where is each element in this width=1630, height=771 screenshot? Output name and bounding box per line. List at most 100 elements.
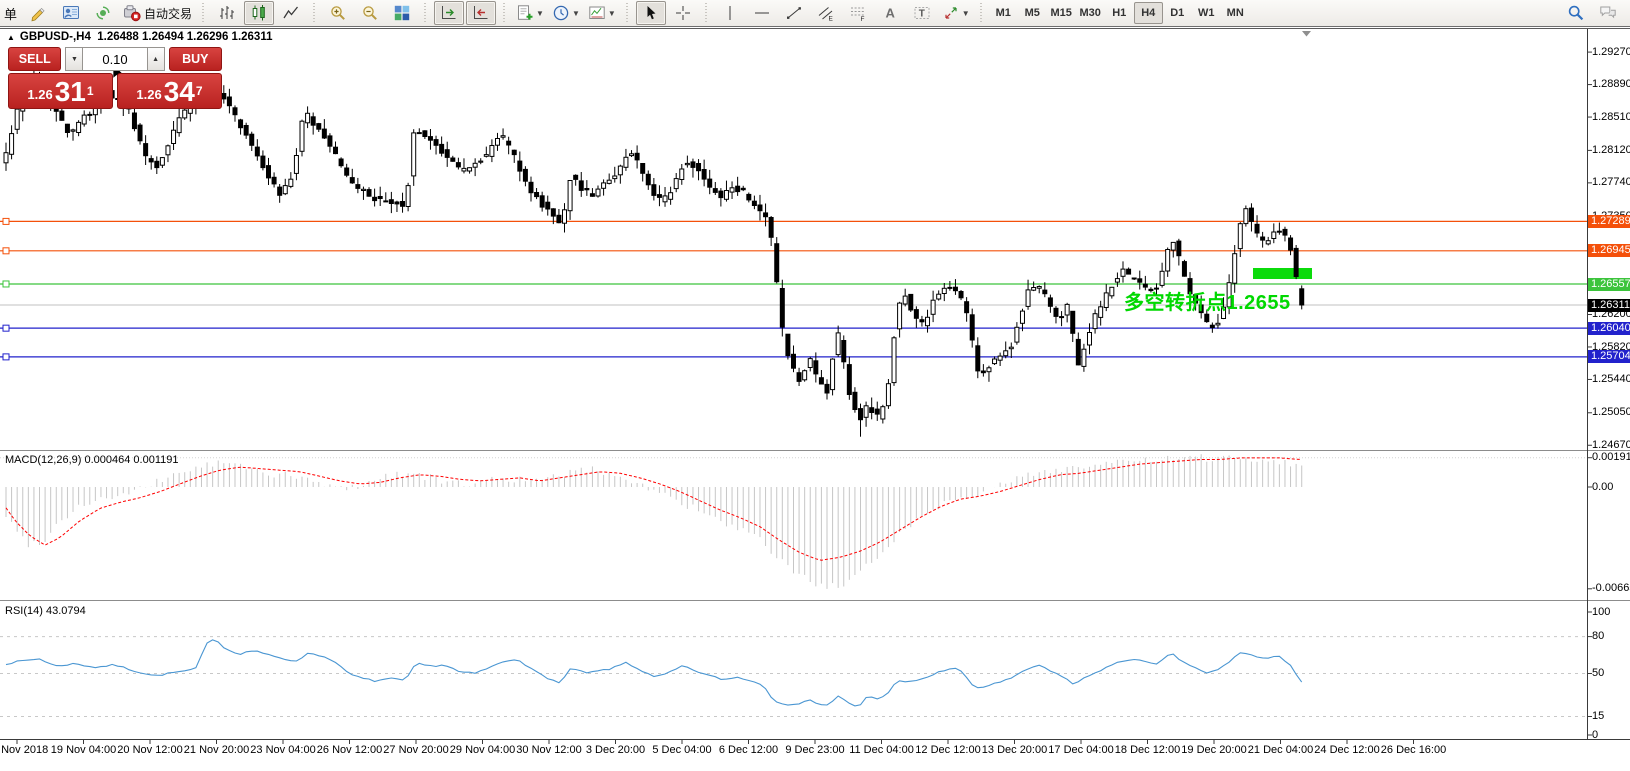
chart-symbol-period: GBPUSD-,H4 [20,31,91,43]
tf-w1[interactable]: W1 [1192,2,1221,24]
buy-button[interactable]: BUY [169,47,222,71]
dropdown-caret-icon[interactable]: ▼ [608,9,616,18]
cursor-button[interactable] [636,1,666,25]
line-chart-button[interactable] [276,1,306,25]
channel-icon: E [817,4,835,22]
label-button[interactable]: T [907,1,937,25]
templates-button[interactable]: ▼ [585,1,619,25]
toolbar-grip[interactable] [978,3,985,23]
svg-text:T: T [919,9,925,20]
hline-icon [753,4,771,22]
auto-scroll-button[interactable] [434,1,464,25]
arrows-icon [942,4,960,22]
indicators-button[interactable]: ▼ [513,1,547,25]
bar-chart-button[interactable] [212,1,242,25]
tf-h1[interactable]: H1 [1105,2,1134,24]
vertical-line-button[interactable] [715,1,745,25]
template-icon [588,4,606,22]
volume-decrease-button[interactable]: ▼ [65,47,83,71]
indicators-icon [516,4,534,22]
candlestick-chart-button[interactable] [244,1,274,25]
text-icon: A [881,4,899,22]
chart-region: ▲ GBPUSD-,H4 1.26488 1.26494 1.26296 1.2… [0,28,1630,771]
svg-text:A: A [885,6,895,21]
search-icon [1567,4,1585,22]
toolbar-grip[interactable] [200,3,207,23]
dropdown-caret-icon[interactable]: ▼ [536,9,544,18]
channel-button[interactable]: E [811,1,841,25]
mt4-window: 单 自动交易 ▼ ▼ ▼ E F A T ▼ M1M5M15M30H1H4D1W1MN ▲ GBPU… [0,0,1630,771]
toolbar-cropped-text: 单 [4,4,17,23]
toolbar-grip[interactable] [311,3,318,23]
styles-button[interactable] [24,1,54,25]
linechart-icon [282,4,300,22]
chart-shift-button[interactable] [466,1,496,25]
crayon-icon [30,4,48,22]
dropdown-caret-icon[interactable]: ▼ [572,9,580,18]
toolbar-grip[interactable] [624,3,631,23]
chart-ohlc-values: 1.26488 1.26494 1.26296 1.26311 [97,31,272,43]
ea-icon [123,4,141,22]
terminal-button[interactable] [56,1,86,25]
sell-price-tile[interactable]: 1.26 31 1 [8,73,113,109]
crosshair-icon [674,4,692,22]
chat-icon [1599,4,1617,22]
crosshair-button[interactable] [668,1,698,25]
sell-price-pips: 31 [55,79,86,105]
svg-text:F: F [860,16,864,22]
sell-price-point: 1 [87,74,94,108]
chart-title-bar[interactable]: ▲ GBPUSD-,H4 1.26488 1.26494 1.26296 1.2… [7,31,272,43]
buy-price-pips: 34 [164,79,195,105]
zoom-out-button[interactable] [355,1,385,25]
text-button[interactable]: A [875,1,905,25]
vline-icon [721,4,739,22]
arrows-button[interactable]: ▼ [939,1,973,25]
autotrading-button[interactable]: 自动交易 [120,1,195,25]
collapse-panel-icon[interactable]: ▲ [7,33,15,42]
tf-m15[interactable]: M15 [1047,2,1076,24]
toolbar-grip[interactable] [703,3,710,23]
shift-icon [472,4,490,22]
horizontal-line-button[interactable] [747,1,777,25]
tf-mn[interactable]: MN [1221,2,1250,24]
trend-icon [785,4,803,22]
autoscroll-icon [440,4,458,22]
fibonacci-button[interactable]: F [843,1,873,25]
tiles-icon [393,4,411,22]
tf-m30[interactable]: M30 [1076,2,1105,24]
dropdown-caret-icon[interactable]: ▼ [962,9,970,18]
svg-text:E: E [828,16,833,23]
signals-button[interactable] [88,1,118,25]
label-icon: T [913,4,931,22]
buy-price-major: 1.26 [136,85,161,105]
periods-button[interactable]: ▼ [549,1,583,25]
toolbar-grip[interactable] [501,3,508,23]
clock-icon [552,4,570,22]
signal-icon [94,4,112,22]
toolbar: 单 自动交易 ▼ ▼ ▼ E F A T ▼ M1M5M15M30H1H4D1W1MN [0,0,1630,27]
sell-price-major: 1.26 [27,85,52,105]
zoomout-icon [361,4,379,22]
terminal-icon [62,4,80,22]
sell-button[interactable]: SELL [8,47,61,71]
tf-h4[interactable]: H4 [1134,2,1163,24]
tf-m5[interactable]: M5 [1018,2,1047,24]
zoomin-icon [329,4,347,22]
toolbar-grip[interactable] [422,3,429,23]
volume-increase-button[interactable]: ▲ [147,47,165,71]
chat-button[interactable] [1593,1,1623,25]
one-click-trading-panel: SELL ▼ 0.10 ▲ BUY 1.26 31 1 1.26 34 7 [8,47,222,109]
zoom-in-button[interactable] [323,1,353,25]
buy-price-point: 7 [196,74,203,108]
fibo-icon: F [849,4,867,22]
tf-m1[interactable]: M1 [989,2,1018,24]
search-button[interactable] [1561,1,1591,25]
chart-canvas[interactable] [0,28,1630,771]
volume-input[interactable]: 0.10 [83,47,146,71]
tf-d1[interactable]: D1 [1163,2,1192,24]
trendline-button[interactable] [779,1,809,25]
cursor-icon [642,4,660,22]
tile-windows-button[interactable] [387,1,417,25]
candles-icon [250,4,268,22]
buy-price-tile[interactable]: 1.26 34 7 [117,73,222,109]
